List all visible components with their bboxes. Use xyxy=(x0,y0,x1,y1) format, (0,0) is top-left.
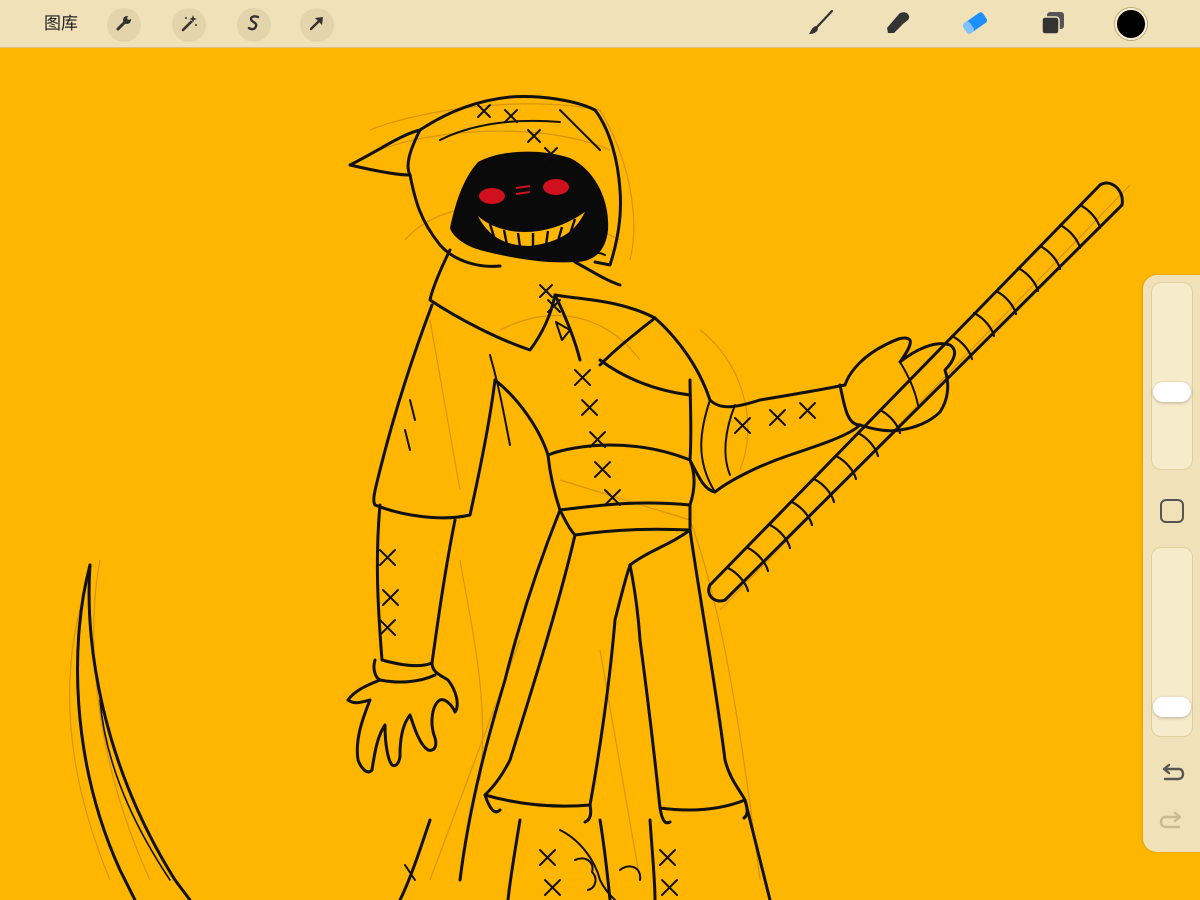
brush-tool[interactable] xyxy=(802,7,838,43)
redo-icon xyxy=(1159,811,1185,837)
layers-button[interactable] xyxy=(1035,7,1071,43)
wrench-icon xyxy=(114,13,134,37)
color-swatch[interactable] xyxy=(1115,8,1147,40)
face xyxy=(450,151,609,263)
eraser-icon xyxy=(959,8,991,42)
undo-icon xyxy=(1159,763,1185,789)
selection-s-icon xyxy=(244,13,264,37)
brush-size-thumb[interactable] xyxy=(1153,382,1191,402)
redo-button[interactable] xyxy=(1157,811,1187,837)
brush-size-slider[interactable] xyxy=(1151,282,1193,470)
brush-icon xyxy=(805,8,835,42)
layers-icon xyxy=(1038,8,1068,42)
top-toolbar: 图库 xyxy=(0,0,1200,48)
modify-button[interactable] xyxy=(1160,499,1184,523)
transform-button[interactable] xyxy=(300,8,334,42)
smudge-tool[interactable] xyxy=(880,7,916,43)
magic-wand-icon xyxy=(179,13,199,37)
drawing-canvas[interactable] xyxy=(0,48,1200,900)
actions-button[interactable] xyxy=(107,8,141,42)
arrow-cursor-icon xyxy=(307,13,327,37)
reaper-artwork xyxy=(0,48,1200,900)
brush-opacity-thumb[interactable] xyxy=(1153,696,1191,717)
undo-button[interactable] xyxy=(1157,763,1187,789)
gallery-button[interactable]: 图库 xyxy=(34,0,88,48)
smudge-icon xyxy=(883,8,913,42)
eraser-tool[interactable] xyxy=(957,7,993,43)
selection-button[interactable] xyxy=(237,8,271,42)
brush-opacity-slider[interactable] xyxy=(1151,547,1193,737)
brush-sidebar xyxy=(1143,275,1200,852)
adjustments-button[interactable] xyxy=(172,8,206,42)
